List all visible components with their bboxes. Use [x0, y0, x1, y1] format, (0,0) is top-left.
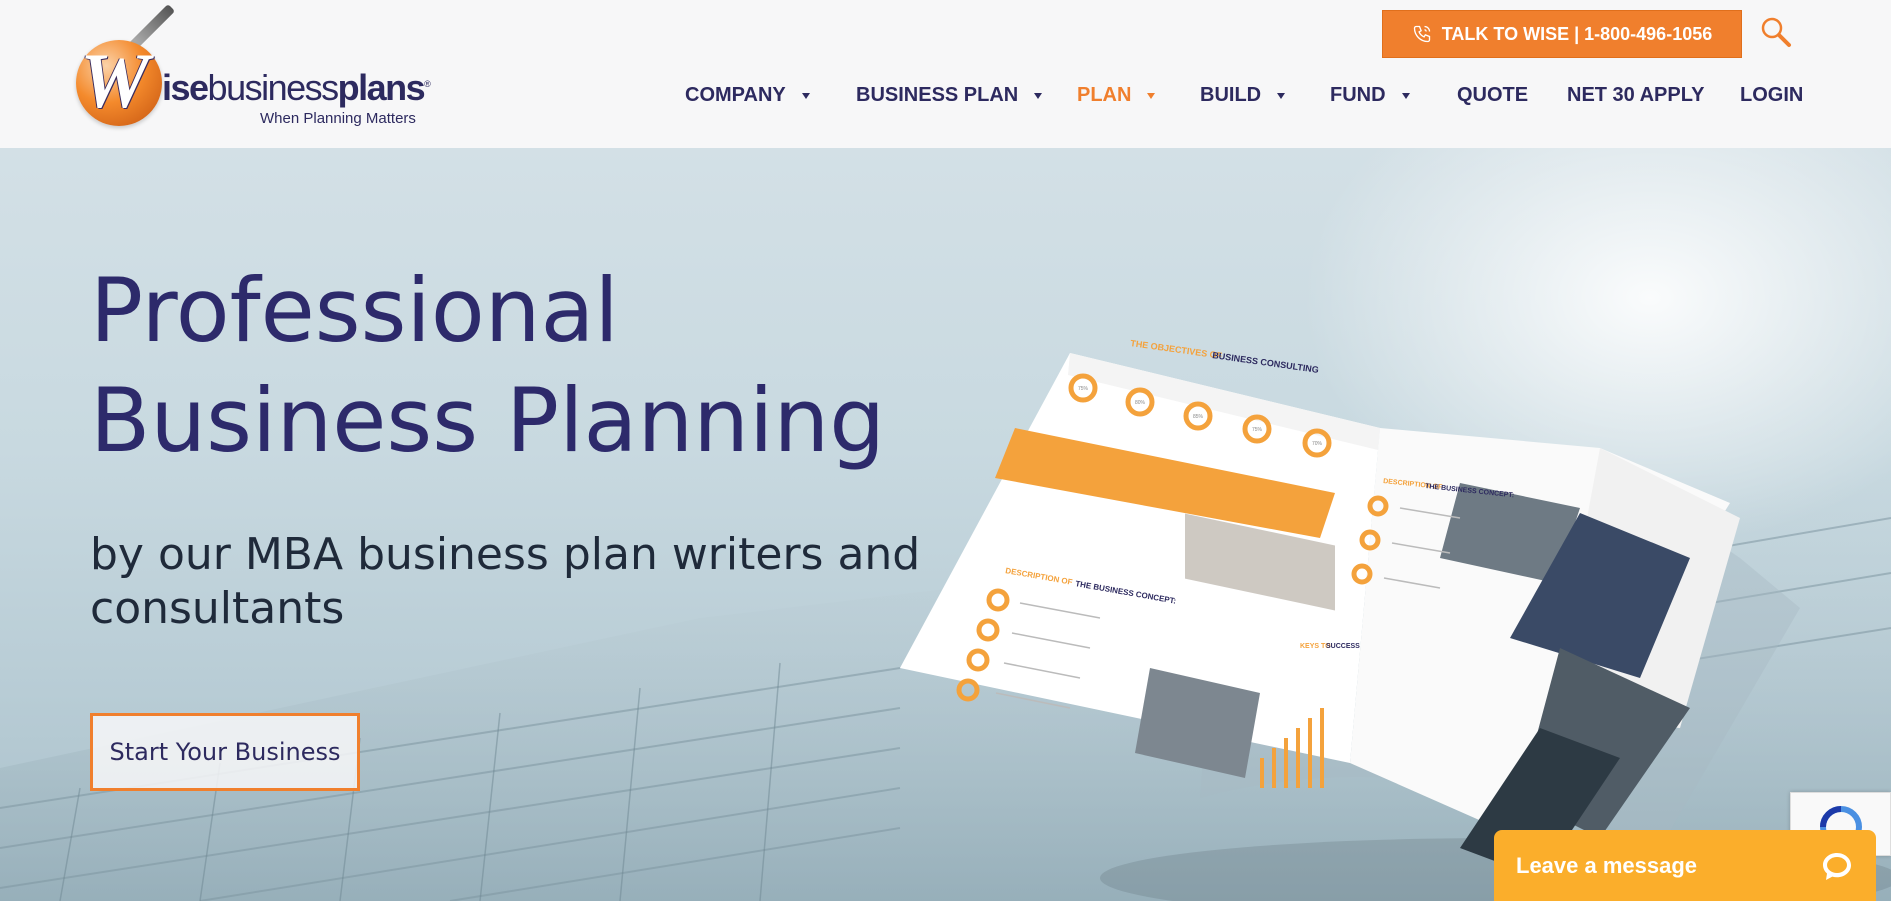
svg-text:BUSINESS CONSULTING: BUSINESS CONSULTING [1212, 350, 1320, 375]
logo-letter: W [80, 37, 150, 124]
caret-down-icon [1147, 92, 1156, 99]
caret-down-icon [1034, 92, 1043, 99]
nav-build[interactable]: BUILD [1200, 84, 1286, 107]
hero-subtitle: by our MBA business plan writers and con… [90, 529, 921, 634]
hero-title: Professional Business Planning [90, 259, 886, 472]
caret-down-icon [801, 92, 810, 99]
start-your-business-button[interactable]: Start Your Business [90, 713, 360, 791]
nav-fund[interactable]: FUND [1330, 84, 1410, 107]
svg-text:75%: 75% [1252, 427, 1263, 433]
search-icon[interactable] [1760, 16, 1792, 48]
nav-plan[interactable]: PLAN [1077, 84, 1156, 107]
svg-text:THE OBJECTIVES OF: THE OBJECTIVES OF [1130, 338, 1224, 361]
talk-to-wise-button[interactable]: TALK TO WISE | 1-800-496-1056 [1382, 10, 1742, 58]
logo-tagline: When Planning Matters [260, 110, 416, 127]
svg-text:80%: 80% [1135, 400, 1146, 406]
nav-login[interactable]: LOGIN [1740, 84, 1803, 107]
business-plan-brochure-image: THE OBJECTIVES OF BUSINESS CONSULTING DE… [900, 338, 1891, 901]
caret-down-icon [1401, 92, 1410, 99]
talk-to-wise-label: TALK TO WISE | 1-800-496-1056 [1441, 23, 1713, 44]
hero-section: Professional Business Planning by our MB… [0, 148, 1891, 901]
site-header: W isebusinessplans® When Planning Matter… [0, 0, 1891, 148]
svg-text:70%: 70% [1312, 441, 1323, 447]
nav-business-plan[interactable]: BUSINESS PLAN [856, 84, 1043, 107]
svg-text:75%: 75% [1078, 386, 1089, 392]
wise-business-plans-logo[interactable]: W isebusinessplans® When Planning Matter… [76, 4, 436, 127]
logo-wordmark: isebusinessplans® [162, 67, 431, 108]
chat-bubble-icon [1823, 852, 1851, 880]
nav-quote[interactable]: QUOTE [1457, 84, 1528, 107]
caret-down-icon [1277, 92, 1286, 99]
phone-icon [1413, 25, 1430, 43]
svg-text:85%: 85% [1193, 414, 1204, 420]
leave-a-message-widget[interactable]: Leave a message [1494, 830, 1876, 901]
nav-company[interactable]: COMPANY [685, 84, 810, 107]
nav-net30-apply[interactable]: NET 30 APPLY [1567, 84, 1704, 107]
svg-text:SUCCESS: SUCCESS [1326, 643, 1360, 650]
chat-label: Leave a message [1516, 852, 1698, 878]
